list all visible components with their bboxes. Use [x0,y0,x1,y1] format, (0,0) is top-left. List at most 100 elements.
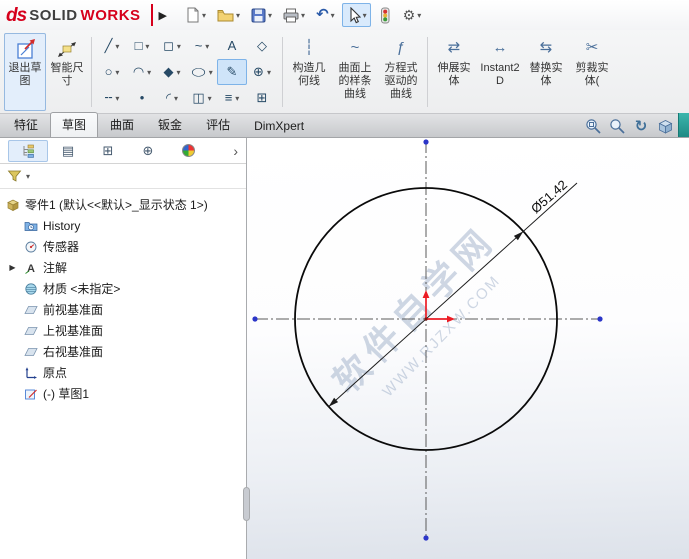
ds-logo-icon: ds [6,6,26,25]
display-color-wheel-icon [182,144,195,157]
select-cursor-icon [346,7,361,24]
exit-sketch-button[interactable]: 退出草图 [4,33,46,111]
undo-button[interactable]: ↶ ▾ [312,3,339,27]
view-cube-icon [657,118,674,135]
dropdown-icon[interactable]: ▾ [26,172,30,181]
trim-entities-button[interactable]: ✂ 剪裁实体( [569,33,615,111]
gear-icon: ⚙ [403,8,416,22]
equation-driven-curve-icon: ƒ [397,38,405,60]
sketch-tool-ellipse[interactable]: ◯▾ [187,59,217,85]
tab-evaluate[interactable]: 评估 [194,112,242,137]
tree-item-front-plane[interactable]: 前视基准面 [0,299,246,320]
tab-features[interactable]: 特征 [2,112,50,137]
sketch-tool-plane[interactable]: ◇ [247,33,277,59]
dropdown-icon[interactable]: ▾ [236,11,240,20]
origin-point [424,317,427,320]
view-heads-up-toolbar: ↻ [584,117,678,137]
tree-root-part[interactable]: 零件1 (默认<<默认>_显示状态 1>) [0,194,246,215]
sketch-tool-convert-entities[interactable]: ⊞ [247,85,277,111]
annotations-icon: A [24,261,38,275]
open-button[interactable]: ▾ [213,3,244,27]
displaymanager-tab[interactable] [168,140,208,162]
zoom-to-fit-button[interactable] [584,117,602,135]
featuremanager-tree-tab[interactable] [8,140,48,162]
sketch-tool-circle[interactable]: ○▾ [97,59,127,85]
dimxpert-target-icon: ⊕ [143,143,154,159]
save-floppy-icon [251,8,266,23]
construction-geometry-button[interactable]: ┆ 构造几何线 [286,33,332,111]
rotate-view-button[interactable]: ↻ [632,117,650,135]
expand-arrow-icon[interactable]: ▶ [6,263,19,272]
tab-dimxpert[interactable]: DimXpert [242,115,316,137]
svg-text:A: A [27,263,35,275]
tree-item-top-plane[interactable]: 上视基准面 [0,320,246,341]
new-document-button[interactable]: ▾ [181,3,210,27]
replace-entities-icon: ⇆ [540,38,553,60]
rebuild-button[interactable] [374,3,396,27]
panel-splitter-handle[interactable] [243,487,250,521]
dropdown-icon[interactable]: ▾ [363,11,367,20]
tree-item-sensors[interactable]: 传感器 [0,236,246,257]
feature-manager-panel: ▤ ⊞ ⊕ › ▾ [0,138,247,559]
new-document-icon [185,7,200,23]
tree-item-right-plane[interactable]: 右视基准面 [0,341,246,362]
zoom-to-area-button[interactable] [608,117,626,135]
filter-funnel-icon[interactable] [7,169,22,183]
sketch-tool-pattern[interactable]: ⊕▾ [247,59,277,85]
save-button[interactable]: ▾ [247,3,276,27]
dropdown-icon[interactable]: ▾ [268,11,272,20]
configuration-blocks-icon: ⊞ [103,143,114,159]
print-button[interactable]: ▾ [279,3,309,27]
dropdown-icon[interactable]: ▾ [301,11,305,20]
sketch-tool-spline[interactable]: ~▾ [187,33,217,59]
dropdown-icon[interactable]: ▾ [331,11,335,20]
tree-item-annotations[interactable]: ▶ A 注解 [0,257,246,278]
task-pane-tab[interactable] [678,113,689,137]
view-orientation-button[interactable] [656,117,674,135]
ribbon-separator [282,37,283,107]
solidworks-window: ds SOLIDWORKS ▶ ▾ ▾ ▾ ▾ ↶ ▾ [0,0,689,559]
configurationmanager-tab[interactable]: ⊞ [88,140,128,162]
plane-icon [24,345,38,359]
plane-icon [24,324,38,338]
sketch-tool-fillet[interactable]: ◜▾ [157,85,187,111]
sketch-tool-linear-pattern[interactable]: ≡▾ [217,85,247,111]
construction-geometry-icon: ┆ [304,38,313,60]
replace-entities-button[interactable]: ⇆ 替换实体 [523,33,569,111]
menu-flyout-icon[interactable]: ▶ [159,9,167,22]
sketch-tool-mirror[interactable]: ◫▾ [187,85,217,111]
spline-on-surface-button[interactable]: ~ 曲面上的样条曲线 [332,33,378,111]
sketch-tool-straight-slot[interactable]: ◻▾ [157,33,187,59]
propertymanager-tab[interactable]: ▤ [48,140,88,162]
sketch-tool-point[interactable]: • [127,85,157,111]
sketch-tool-polygon[interactable]: ◆▾ [157,59,187,85]
tree-item-sketch1[interactable]: (-) 草图1 [0,383,246,404]
graphics-area[interactable]: 软件自学网 WWW.RJZXW.COM Ø51.42 [247,138,689,559]
sketch-tool-centerline[interactable]: ╌▾ [97,85,127,111]
tab-sheet-metal[interactable]: 钣金 [146,112,194,137]
instant2d-button[interactable]: ↔ Instant2D [477,33,523,111]
sketch-tool-line[interactable]: ╱▾ [97,33,127,59]
tree-item-origin[interactable]: 原点 [0,362,246,383]
equation-driven-curve-button[interactable]: ƒ 方程式驱动的曲线 [378,33,424,111]
endpoint [252,316,257,321]
panel-flyout-chevron-icon[interactable]: › [233,143,238,159]
options-button[interactable]: ⚙ ▾ [399,3,426,27]
tree-item-history[interactable]: History [0,215,246,236]
select-tool-button[interactable]: ▾ [342,3,371,27]
smart-dimension-button[interactable]: 智能尺寸 [46,33,88,111]
sketch-tool-centerpoint-arc[interactable]: ◠▾ [127,59,157,85]
dropdown-icon[interactable]: ▾ [202,11,206,20]
dimxpertmanager-tab[interactable]: ⊕ [128,140,168,162]
dropdown-icon[interactable]: ▾ [417,11,421,20]
zoom-to-area-icon [609,118,626,135]
tab-surfaces[interactable]: 曲面 [98,112,146,137]
sketch-tool-pen[interactable]: ✎ [217,59,247,85]
tab-sketch[interactable]: 草图 [50,112,98,137]
sketch-viewport: 软件自学网 WWW.RJZXW.COM Ø51.42 [247,138,689,559]
stretch-entities-button[interactable]: ⇄ 伸展实体 [431,33,477,111]
sketch-tool-corner-rectangle[interactable]: □▾ [127,33,157,59]
tree-item-material[interactable]: 材质 <未指定> [0,278,246,299]
dimension-text: Ø51.42 [528,177,570,216]
sketch-tool-text[interactable]: A [217,33,247,59]
